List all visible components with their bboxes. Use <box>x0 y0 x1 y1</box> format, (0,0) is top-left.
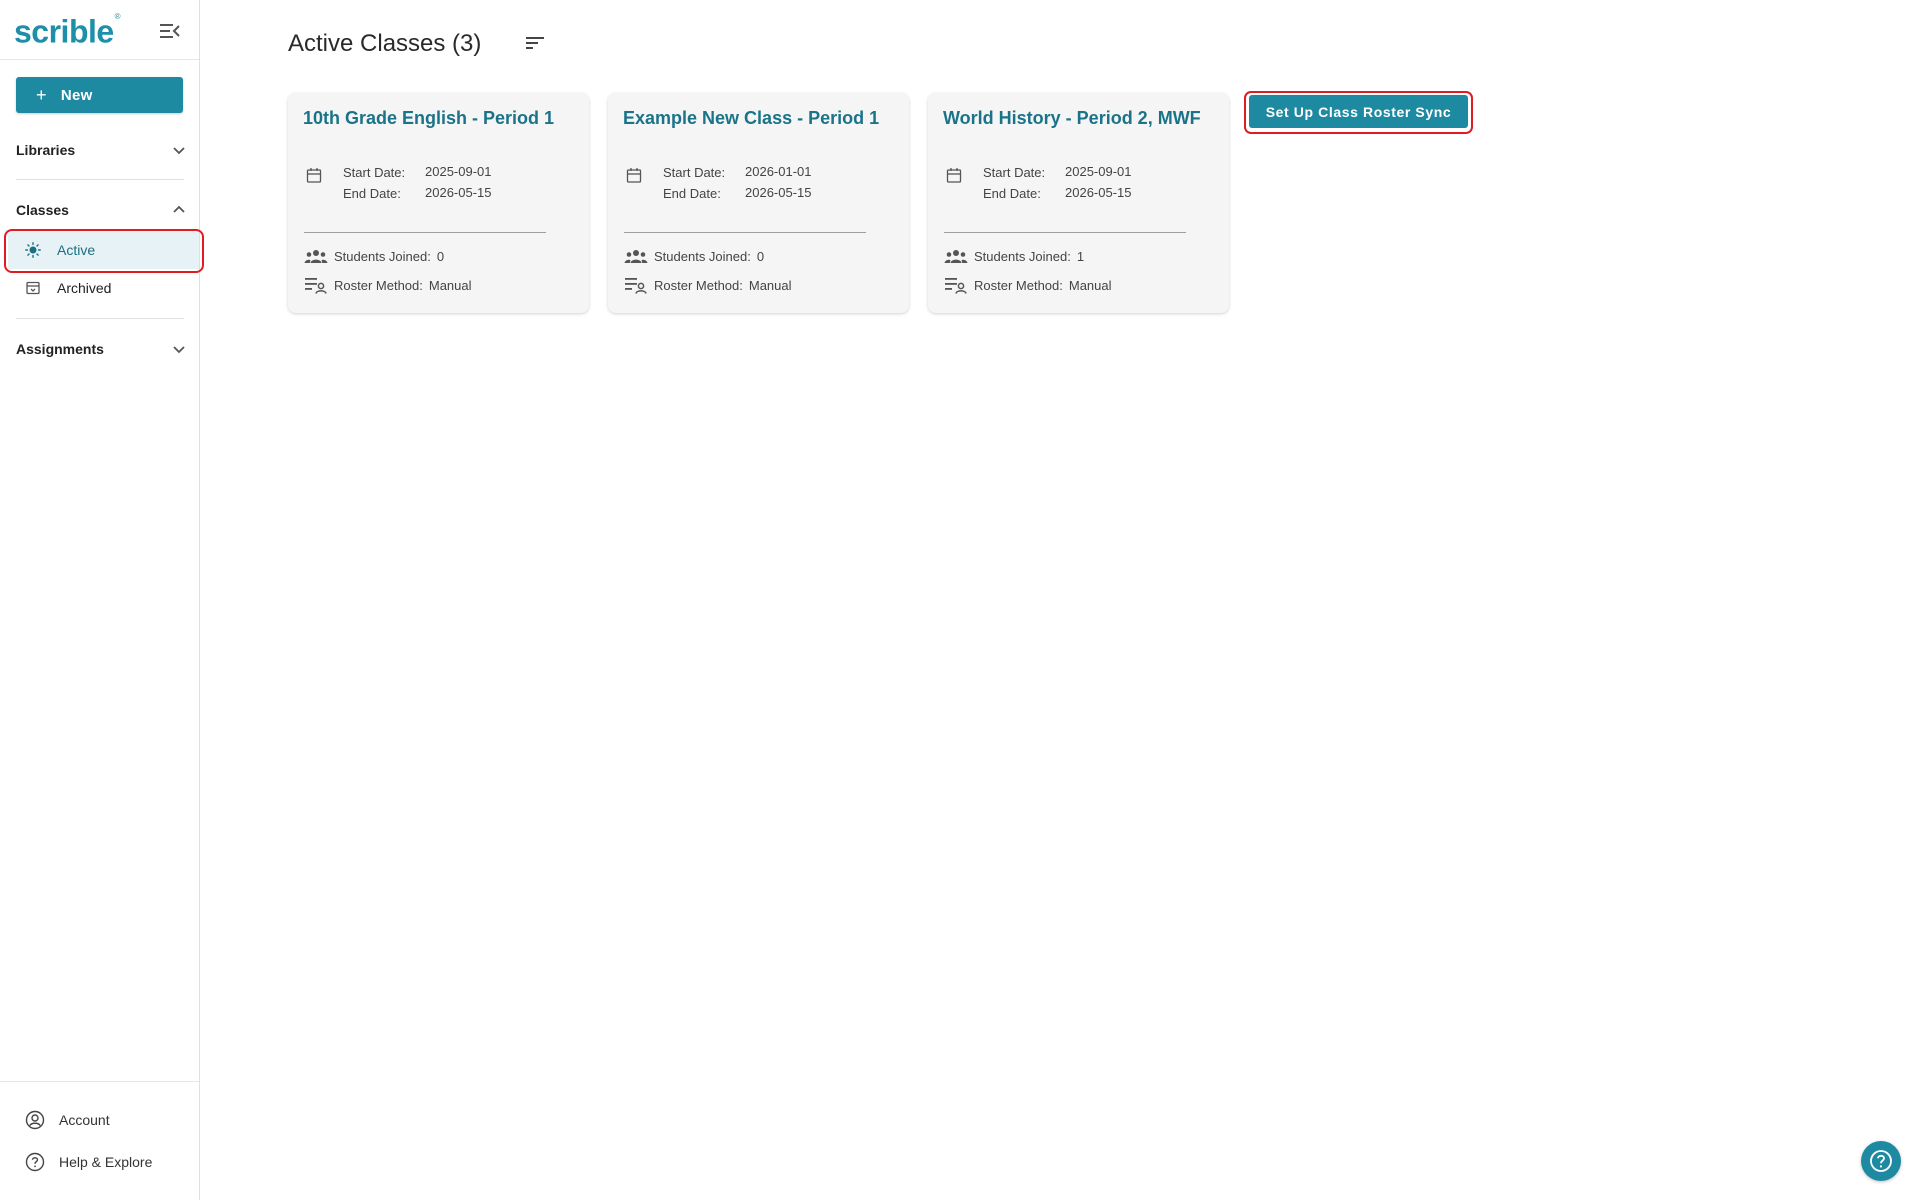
divider <box>16 318 184 319</box>
account-circle-icon <box>25 1110 45 1130</box>
end-date-label: End Date: <box>983 186 1041 201</box>
class-title[interactable]: World History - Period 2, MWF <box>943 108 1213 128</box>
students-joined: Students Joined: 0 <box>304 248 444 264</box>
help-circle-icon <box>25 1152 45 1172</box>
end-date-label: End Date: <box>343 186 401 201</box>
chevron-up-icon <box>173 205 185 213</box>
libraries-label: Libraries <box>16 142 76 158</box>
assignments-label: Assignments <box>16 341 104 357</box>
roster-list-icon <box>625 278 647 294</box>
set-up-roster-sync-button[interactable]: Set Up Class Roster Sync <box>1249 95 1468 128</box>
calendar-icon <box>626 168 642 183</box>
new-button-label: New <box>60 86 93 104</box>
start-date-label: Start Date: <box>983 165 1046 180</box>
chevron-down-icon <box>173 346 185 354</box>
group-icon <box>944 250 968 263</box>
sidebar-item-archived[interactable]: Archived <box>8 269 199 307</box>
divider <box>304 232 546 233</box>
calendar-icon <box>306 168 322 183</box>
plus-icon: + <box>36 85 47 105</box>
logo-row: scrible® <box>0 0 199 60</box>
students-joined-label: Students Joined: <box>334 248 431 264</box>
students-joined-value: 0 <box>436 248 445 264</box>
roster-method: Roster Method: Manual <box>304 276 472 294</box>
roster-list-icon <box>945 278 967 294</box>
new-button[interactable]: + New <box>16 77 183 113</box>
sidebar-item-active[interactable]: Active <box>8 231 199 269</box>
roster-method-label: Roster Method: <box>334 277 423 293</box>
account-label: Account <box>59 1112 110 1128</box>
end-date-value: 2026-05-15 <box>1065 185 1132 200</box>
start-date-label: Start Date: <box>663 165 726 180</box>
students-joined: Students Joined: 0 <box>624 248 764 264</box>
scrible-logo[interactable]: scrible® <box>14 11 121 50</box>
divider <box>16 179 184 180</box>
start-date-label: Start Date: <box>343 165 406 180</box>
class-card[interactable]: Example New Class - Period 1 Start Date:… <box>608 93 909 313</box>
end-date-value: 2026-05-15 <box>425 185 492 200</box>
roster-method-value: Manual <box>748 277 792 293</box>
divider <box>0 1081 199 1082</box>
roster-method-label: Roster Method: <box>654 277 743 293</box>
roster-method-label: Roster Method: <box>974 277 1063 293</box>
help-explore-link[interactable]: Help & Explore <box>25 1150 152 1174</box>
assignments-section-toggle[interactable]: Assignments <box>16 337 186 361</box>
sidebar-item-archived-label: Archived <box>57 280 112 296</box>
class-title[interactable]: Example New Class - Period 1 <box>623 108 893 128</box>
end-date-label: End Date: <box>663 186 721 201</box>
help-fab-button[interactable] <box>1861 1141 1901 1181</box>
classes-label: Classes <box>16 202 69 218</box>
page-title: Active Classes (3) <box>288 30 482 57</box>
divider <box>944 232 1186 233</box>
students-joined: Students Joined: 1 <box>944 248 1084 264</box>
students-joined-label: Students Joined: <box>654 248 751 264</box>
roster-method: Roster Method: Manual <box>624 276 792 294</box>
sort-icon[interactable] <box>524 34 546 52</box>
sidebar: scrible® + New Libraries Classes Active … <box>0 0 204 1200</box>
archive-box-icon <box>26 281 40 295</box>
sun-icon <box>25 242 41 258</box>
libraries-section-toggle[interactable]: Libraries <box>16 138 186 162</box>
roster-method: Roster Method: Manual <box>944 276 1112 294</box>
start-date-value: 2026-01-01 <box>745 164 812 179</box>
classes-section-toggle[interactable]: Classes <box>16 198 186 222</box>
account-link[interactable]: Account <box>25 1108 110 1132</box>
start-date-value: 2025-09-01 <box>1065 164 1132 179</box>
roster-method-value: Manual <box>1068 277 1112 293</box>
roster-list-icon <box>305 278 327 294</box>
class-card[interactable]: 10th Grade English - Period 1 Start Date… <box>288 93 589 313</box>
menu-collapse-icon[interactable] <box>159 22 181 40</box>
class-title[interactable]: 10th Grade English - Period 1 <box>303 108 573 128</box>
students-joined-value: 0 <box>756 248 765 264</box>
chevron-down-icon <box>173 147 185 155</box>
help-explore-label: Help & Explore <box>59 1154 153 1170</box>
class-card[interactable]: World History - Period 2, MWF Start Date… <box>928 93 1229 313</box>
help-circle-icon <box>1870 1150 1892 1172</box>
group-icon <box>304 250 328 263</box>
divider <box>624 232 866 233</box>
end-date-value: 2026-05-15 <box>745 185 812 200</box>
group-icon <box>624 250 648 263</box>
students-joined-value: 1 <box>1076 248 1085 264</box>
sidebar-item-active-label: Active <box>57 242 96 258</box>
roster-method-value: Manual <box>428 277 472 293</box>
calendar-icon <box>946 168 962 183</box>
students-joined-label: Students Joined: <box>974 248 1071 264</box>
start-date-value: 2025-09-01 <box>425 164 492 179</box>
